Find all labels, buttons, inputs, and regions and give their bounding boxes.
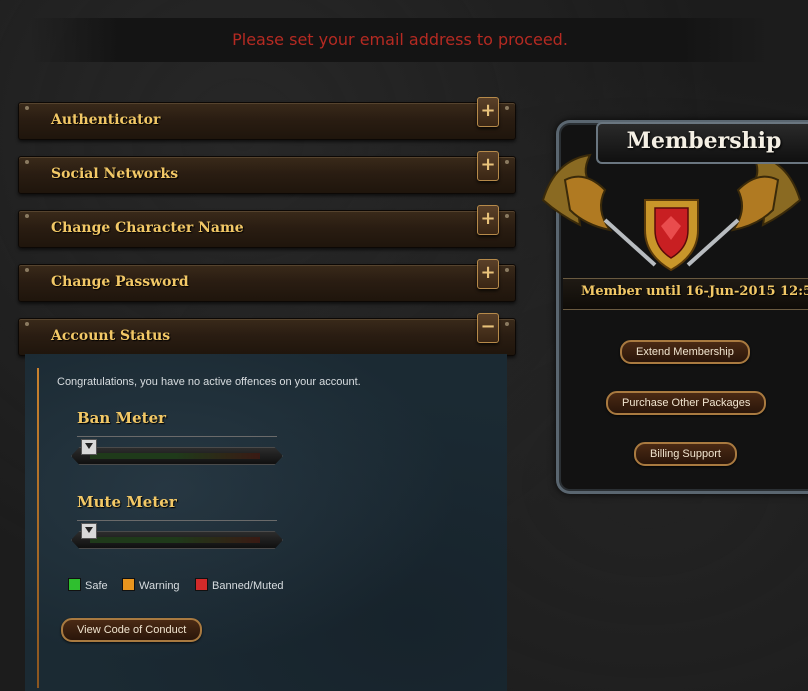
expand-icon[interactable]: +: [477, 205, 499, 235]
legend-banned: Banned/Muted: [195, 578, 284, 592]
view-code-of-conduct-button[interactable]: View Code of Conduct: [61, 618, 203, 642]
mute-meter-marker-icon: [81, 523, 97, 539]
legend-safe: Safe: [68, 578, 108, 592]
collapse-icon[interactable]: −: [477, 313, 499, 343]
membership-banner: Membership: [596, 122, 808, 164]
accordion-change-password[interactable]: Change Password +: [18, 259, 516, 302]
mute-meter-title: Mute Meter: [77, 493, 177, 511]
ban-meter-title: Ban Meter: [77, 409, 167, 427]
mute-meter-track: [71, 531, 283, 549]
warning-swatch-icon: [122, 578, 135, 591]
membership-expiry-bar: Member until 16-Jun-2015 12:55: [563, 278, 808, 310]
panel-divider: [37, 368, 39, 688]
legend-label: Safe: [85, 580, 108, 592]
membership-expiry: Member until 16-Jun-2015 12:55: [581, 284, 808, 299]
ban-meter-rule: [77, 436, 277, 437]
ban-meter-track: [71, 447, 283, 465]
expand-icon[interactable]: +: [477, 97, 499, 127]
expand-icon[interactable]: +: [477, 151, 499, 181]
membership-title: Membership: [626, 128, 782, 154]
extend-membership-button[interactable]: Extend Membership: [620, 340, 750, 364]
banned-swatch-icon: [195, 578, 208, 591]
accordion-label: Account Status: [51, 328, 171, 344]
accordion-label: Change Password: [51, 274, 189, 290]
account-status-panel: Congratulations, you have no active offe…: [25, 354, 507, 691]
legend-label: Banned/Muted: [212, 580, 284, 592]
mute-meter-rule: [77, 520, 277, 521]
accordion-change-character-name[interactable]: Change Character Name +: [18, 205, 516, 248]
legend-label: Warning: [139, 580, 180, 592]
purchase-other-packages-button[interactable]: Purchase Other Packages: [606, 391, 767, 415]
accordion-account-status[interactable]: Account Status −: [18, 313, 516, 356]
safe-swatch-icon: [68, 578, 81, 591]
accordion-authenticator[interactable]: Authenticator +: [18, 97, 516, 140]
legend-warning: Warning: [122, 578, 180, 592]
mute-meter-fill: [90, 537, 260, 543]
expand-icon[interactable]: +: [477, 259, 499, 289]
status-message: Congratulations, you have no active offe…: [57, 376, 361, 388]
accordion-label: Authenticator: [51, 112, 161, 128]
notice-bar: Please set your email address to proceed…: [30, 18, 770, 62]
ban-meter-fill: [90, 453, 260, 459]
accordion-social-networks[interactable]: Social Networks +: [18, 151, 516, 194]
accordion-label: Social Networks: [51, 166, 179, 182]
email-notice[interactable]: Please set your email address to proceed…: [30, 30, 770, 49]
accordion-label: Change Character Name: [51, 220, 244, 236]
ban-meter-marker-icon: [81, 439, 97, 455]
billing-support-button[interactable]: Billing Support: [634, 442, 737, 466]
